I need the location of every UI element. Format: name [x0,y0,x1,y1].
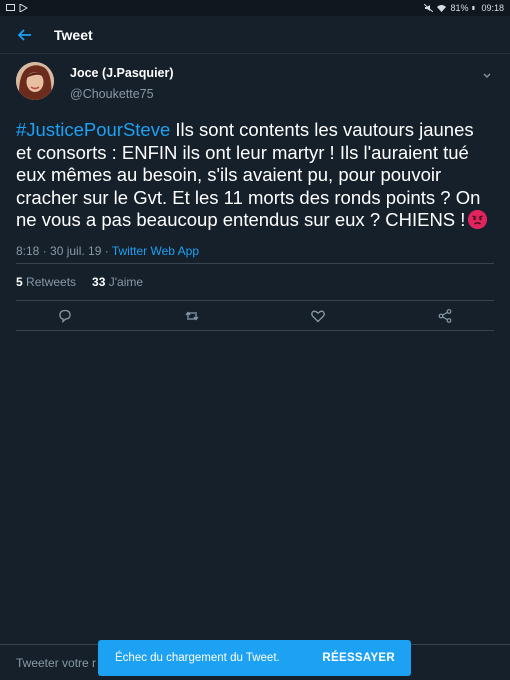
tweet: Joce (J.Pasquier) @Choukette75 #JusticeP… [16,62,494,258]
compose-placeholder: Tweeter votre r [16,655,97,670]
engagement-stats: 5 Retweets 33 J'aime [16,263,494,301]
app-bar: Tweet [0,16,510,54]
client-link[interactable]: Twitter Web App [112,244,199,258]
back-arrow-icon [18,28,31,41]
hashtag-link[interactable]: #JusticePourSteve [16,119,170,140]
reply-button[interactable] [56,307,74,325]
share-button[interactable] [436,307,454,325]
retweets-count: 5 [16,275,23,289]
retweets-stat[interactable]: 5 Retweets [16,275,76,289]
reply-icon [59,309,71,323]
retweets-label: Retweets [22,275,77,289]
tweet-meta: 8:18 · 30 juil. 19 · Twitter Web App [16,244,494,258]
battery-icon [472,6,475,10]
wifi-icon [437,5,447,12]
play-store-icon [19,4,28,12]
display-name[interactable]: Joce (J.Pasquier) [70,66,174,80]
status-bar: 81% 09:18 [0,0,510,16]
likes-stat[interactable]: 33 J'aime [92,275,143,289]
avatar[interactable] [16,62,54,100]
tweet-menu-button[interactable] [480,68,494,82]
error-snackbar: Échec du chargement du Tweet. RÉESSAYER [98,640,411,676]
likes-count: 33 [92,275,106,289]
tweet-header: Joce (J.Pasquier) @Choukette75 [16,62,494,101]
retweet-button[interactable] [183,307,201,325]
timestamp: 8:18 · 30 juil. 19 · [16,243,112,258]
user-handle[interactable]: @Choukette75 [70,87,174,101]
retry-button[interactable]: RÉESSAYER [322,652,395,664]
message-icon [6,4,15,11]
chevron-down-icon [483,73,491,78]
tweet-text: #JusticePourSteve Ils sont contents les … [16,119,494,232]
angry-face-emoji-icon [468,210,488,229]
tweet-actions [16,301,494,331]
battery-level: 81% [450,3,469,13]
mute-icon [424,4,434,12]
heart-icon [311,310,326,322]
retweet-icon [185,310,199,321]
like-button[interactable] [309,307,327,325]
share-icon [438,308,452,323]
clock-time: 09:18 [481,3,504,13]
page-title: Tweet [54,26,93,43]
likes-label: J'aime [105,275,144,289]
back-button[interactable] [14,24,36,46]
snackbar-message: Échec du chargement du Tweet. [115,652,280,664]
